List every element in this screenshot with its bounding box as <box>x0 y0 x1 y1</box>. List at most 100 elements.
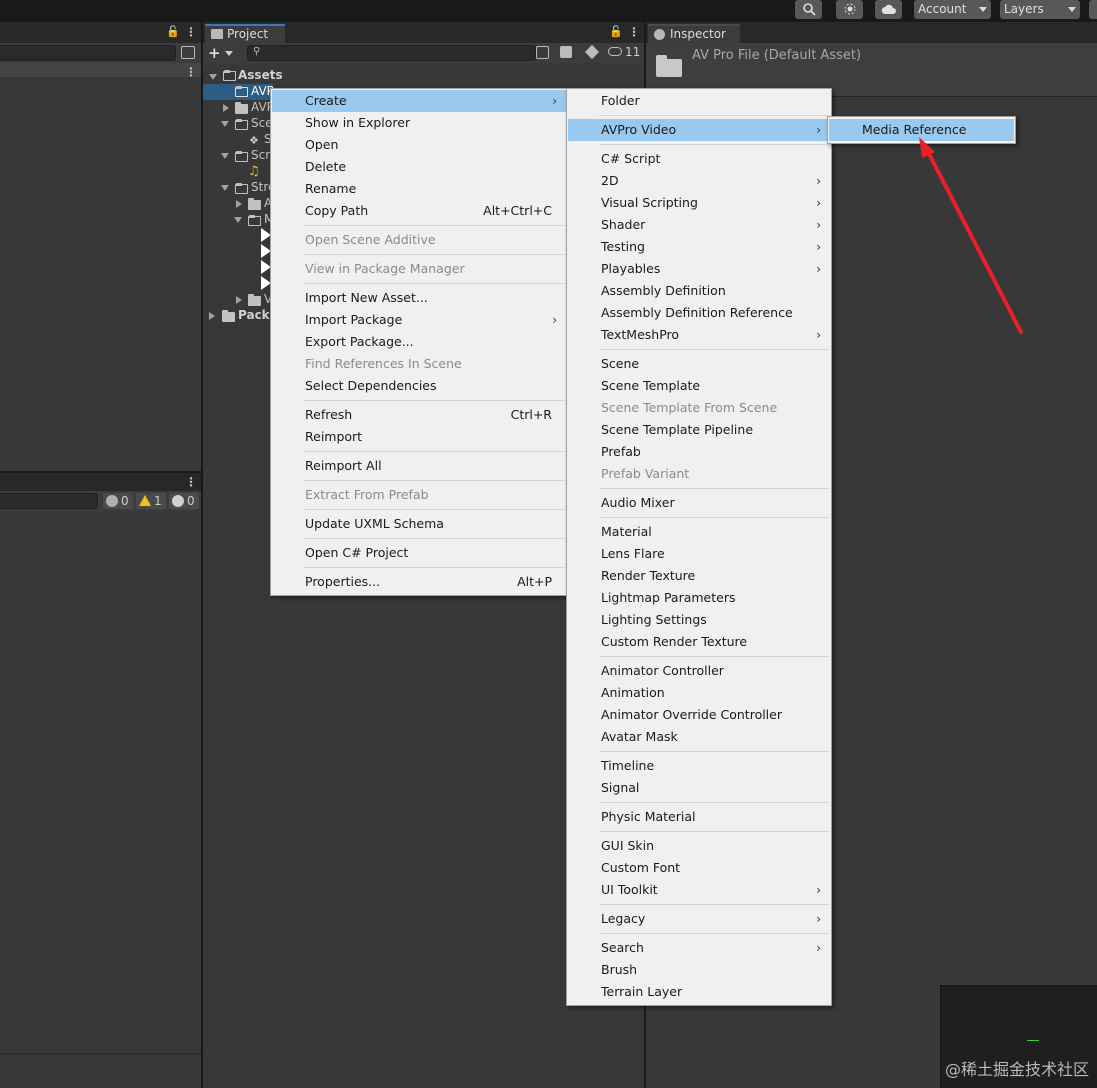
expand-toggle-icon[interactable] <box>221 153 229 159</box>
error-filter-toggle[interactable]: 0 <box>103 493 133 509</box>
layers-dropdown[interactable]: Layers <box>1000 0 1080 19</box>
menu-item-avpro-video[interactable]: AVPro Video › <box>568 119 830 141</box>
menu-item-assembly-definition-reference[interactable]: Assembly Definition Reference <box>568 302 830 324</box>
menu-item-material[interactable]: Material <box>568 521 830 543</box>
menu-item-animator-override-controller[interactable]: Animator Override Controller <box>568 704 830 726</box>
expand-toggle-icon[interactable] <box>223 104 229 112</box>
tab-inspector[interactable]: Inspector <box>648 24 740 43</box>
menu-item-scene-template[interactable]: Scene Template <box>568 375 830 397</box>
menu-item-textmeshpro[interactable]: TextMeshPro › <box>568 324 830 346</box>
menu-item-animator-controller[interactable]: Animator Controller <box>568 660 830 682</box>
search-by-type-icon[interactable] <box>536 46 549 59</box>
expand-toggle-icon[interactable] <box>236 296 242 304</box>
menu-item-render-texture[interactable]: Render Texture <box>568 565 830 587</box>
menu-item-import-package[interactable]: Import Package › <box>272 309 566 331</box>
menu-item-testing[interactable]: Testing › <box>568 236 830 258</box>
menu-item-export-package[interactable]: Export Package... <box>272 331 566 353</box>
services-icon[interactable] <box>836 0 863 19</box>
menu-item-signal[interactable]: Signal <box>568 777 830 799</box>
menu-item-reimport-all[interactable]: Reimport All <box>272 455 566 477</box>
menu-item-visual-scripting[interactable]: Visual Scripting › <box>568 192 830 214</box>
more-options-icon[interactable]: ⋮ <box>628 25 640 39</box>
menu-item-open-c-project[interactable]: Open C# Project <box>272 542 566 564</box>
menu-item-lighting-settings[interactable]: Lighting Settings <box>568 609 830 631</box>
hierarchy-search-input[interactable] <box>0 45 176 61</box>
menu-item-timeline[interactable]: Timeline <box>568 755 830 777</box>
menu-item-shader[interactable]: Shader › <box>568 214 830 236</box>
menu-item-rename[interactable]: Rename <box>272 178 566 200</box>
layout-dropdown[interactable] <box>1089 0 1097 19</box>
menu-item-ui-toolkit[interactable]: UI Toolkit › <box>568 879 830 901</box>
console-search-input[interactable] <box>0 493 98 509</box>
menu-item-2d[interactable]: 2D › <box>568 170 830 192</box>
menu-item-scene-template-pipeline[interactable]: Scene Template Pipeline <box>568 419 830 441</box>
menu-item-reimport[interactable]: Reimport <box>272 426 566 448</box>
more-options-icon[interactable]: ⋮ <box>185 25 197 39</box>
menu-item-prefab[interactable]: Prefab <box>568 441 830 463</box>
tab-project[interactable]: Project <box>205 24 285 43</box>
menu-item-media-reference[interactable]: Media Reference <box>829 119 1014 141</box>
menu-item-update-uxml-schema[interactable]: Update UXML Schema <box>272 513 566 535</box>
project-search-input[interactable]: ⚲ <box>247 45 536 61</box>
warning-filter-toggle[interactable]: 1 <box>136 493 166 509</box>
menu-item-gui-skin[interactable]: GUI Skin <box>568 835 830 857</box>
expand-toggle-icon[interactable] <box>234 217 242 223</box>
lock-icon[interactable]: 🔓 <box>609 26 623 38</box>
info-count: 0 <box>187 494 195 508</box>
menu-item-copy-path[interactable]: Copy Path Alt+Ctrl+C <box>272 200 566 222</box>
menu-item-show-in-explorer[interactable]: Show in Explorer <box>272 112 566 134</box>
menu-item-import-new-asset[interactable]: Import New Asset... <box>272 287 566 309</box>
expand-toggle-icon[interactable] <box>209 312 215 320</box>
menu-item-brush[interactable]: Brush <box>568 959 830 981</box>
menu-item-animation[interactable]: Animation <box>568 682 830 704</box>
menu-item-avatar-mask[interactable]: Avatar Mask <box>568 726 830 748</box>
menu-item-assembly-definition[interactable]: Assembly Definition <box>568 280 830 302</box>
menu-item-label: Audio Mixer <box>601 495 675 510</box>
menu-separator <box>599 115 829 116</box>
menu-separator <box>303 225 565 226</box>
filter-by-type-icon[interactable] <box>560 46 572 58</box>
menu-item-folder[interactable]: Folder <box>568 90 830 112</box>
filter-by-label-icon[interactable] <box>584 44 600 60</box>
menu-item-custom-render-texture[interactable]: Custom Render Texture <box>568 631 830 653</box>
menu-item-create[interactable]: Create › <box>272 90 566 112</box>
tree-row-label[interactable]: Scr <box>251 148 270 162</box>
chevron-right-icon: › <box>816 123 821 137</box>
menu-item-terrain-layer[interactable]: Terrain Layer <box>568 981 830 1003</box>
menu-item-physic-material[interactable]: Physic Material <box>568 806 830 828</box>
menu-separator <box>303 509 565 510</box>
info-filter-toggle[interactable]: 0 <box>169 493 199 509</box>
menu-item-lens-flare[interactable]: Lens Flare <box>568 543 830 565</box>
add-asset-button[interactable]: + <box>208 44 221 62</box>
menu-item-label: Select Dependencies <box>305 378 437 393</box>
hierarchy-scene-row[interactable] <box>0 63 201 77</box>
expand-toggle-icon[interactable] <box>221 121 229 127</box>
menu-item-legacy[interactable]: Legacy › <box>568 908 830 930</box>
account-dropdown[interactable]: Account <box>914 0 991 19</box>
search-options-icon[interactable] <box>181 46 195 59</box>
menu-item-audio-mixer[interactable]: Audio Mixer <box>568 492 830 514</box>
menu-item-open[interactable]: Open <box>272 134 566 156</box>
menu-item-refresh[interactable]: Refresh Ctrl+R <box>272 404 566 426</box>
menu-item-label: Scene Template Pipeline <box>601 422 754 437</box>
menu-item-c-script[interactable]: C# Script <box>568 148 830 170</box>
menu-item-scene[interactable]: Scene <box>568 353 830 375</box>
menu-item-delete[interactable]: Delete <box>272 156 566 178</box>
menu-item-lightmap-parameters[interactable]: Lightmap Parameters <box>568 587 830 609</box>
menu-item-properties[interactable]: Properties... Alt+P <box>272 571 566 593</box>
scene-options-icon[interactable]: ⋮ <box>185 65 197 79</box>
expand-toggle-icon[interactable] <box>209 74 217 80</box>
menu-separator <box>599 933 829 934</box>
tree-root-assets[interactable]: Assets <box>238 68 283 82</box>
search-icon[interactable] <box>795 0 822 19</box>
menu-item-custom-font[interactable]: Custom Font <box>568 857 830 879</box>
expand-toggle-icon[interactable] <box>221 185 229 191</box>
more-options-icon[interactable]: ⋮ <box>185 475 197 489</box>
menu-item-select-dependencies[interactable]: Select Dependencies <box>272 375 566 397</box>
menu-item-search[interactable]: Search › <box>568 937 830 959</box>
cloud-icon[interactable] <box>875 0 902 19</box>
lock-icon[interactable]: 🔓 <box>166 26 180 38</box>
menu-item-playables[interactable]: Playables › <box>568 258 830 280</box>
hidden-packages-icon[interactable] <box>608 47 622 56</box>
expand-toggle-icon[interactable] <box>236 200 242 208</box>
